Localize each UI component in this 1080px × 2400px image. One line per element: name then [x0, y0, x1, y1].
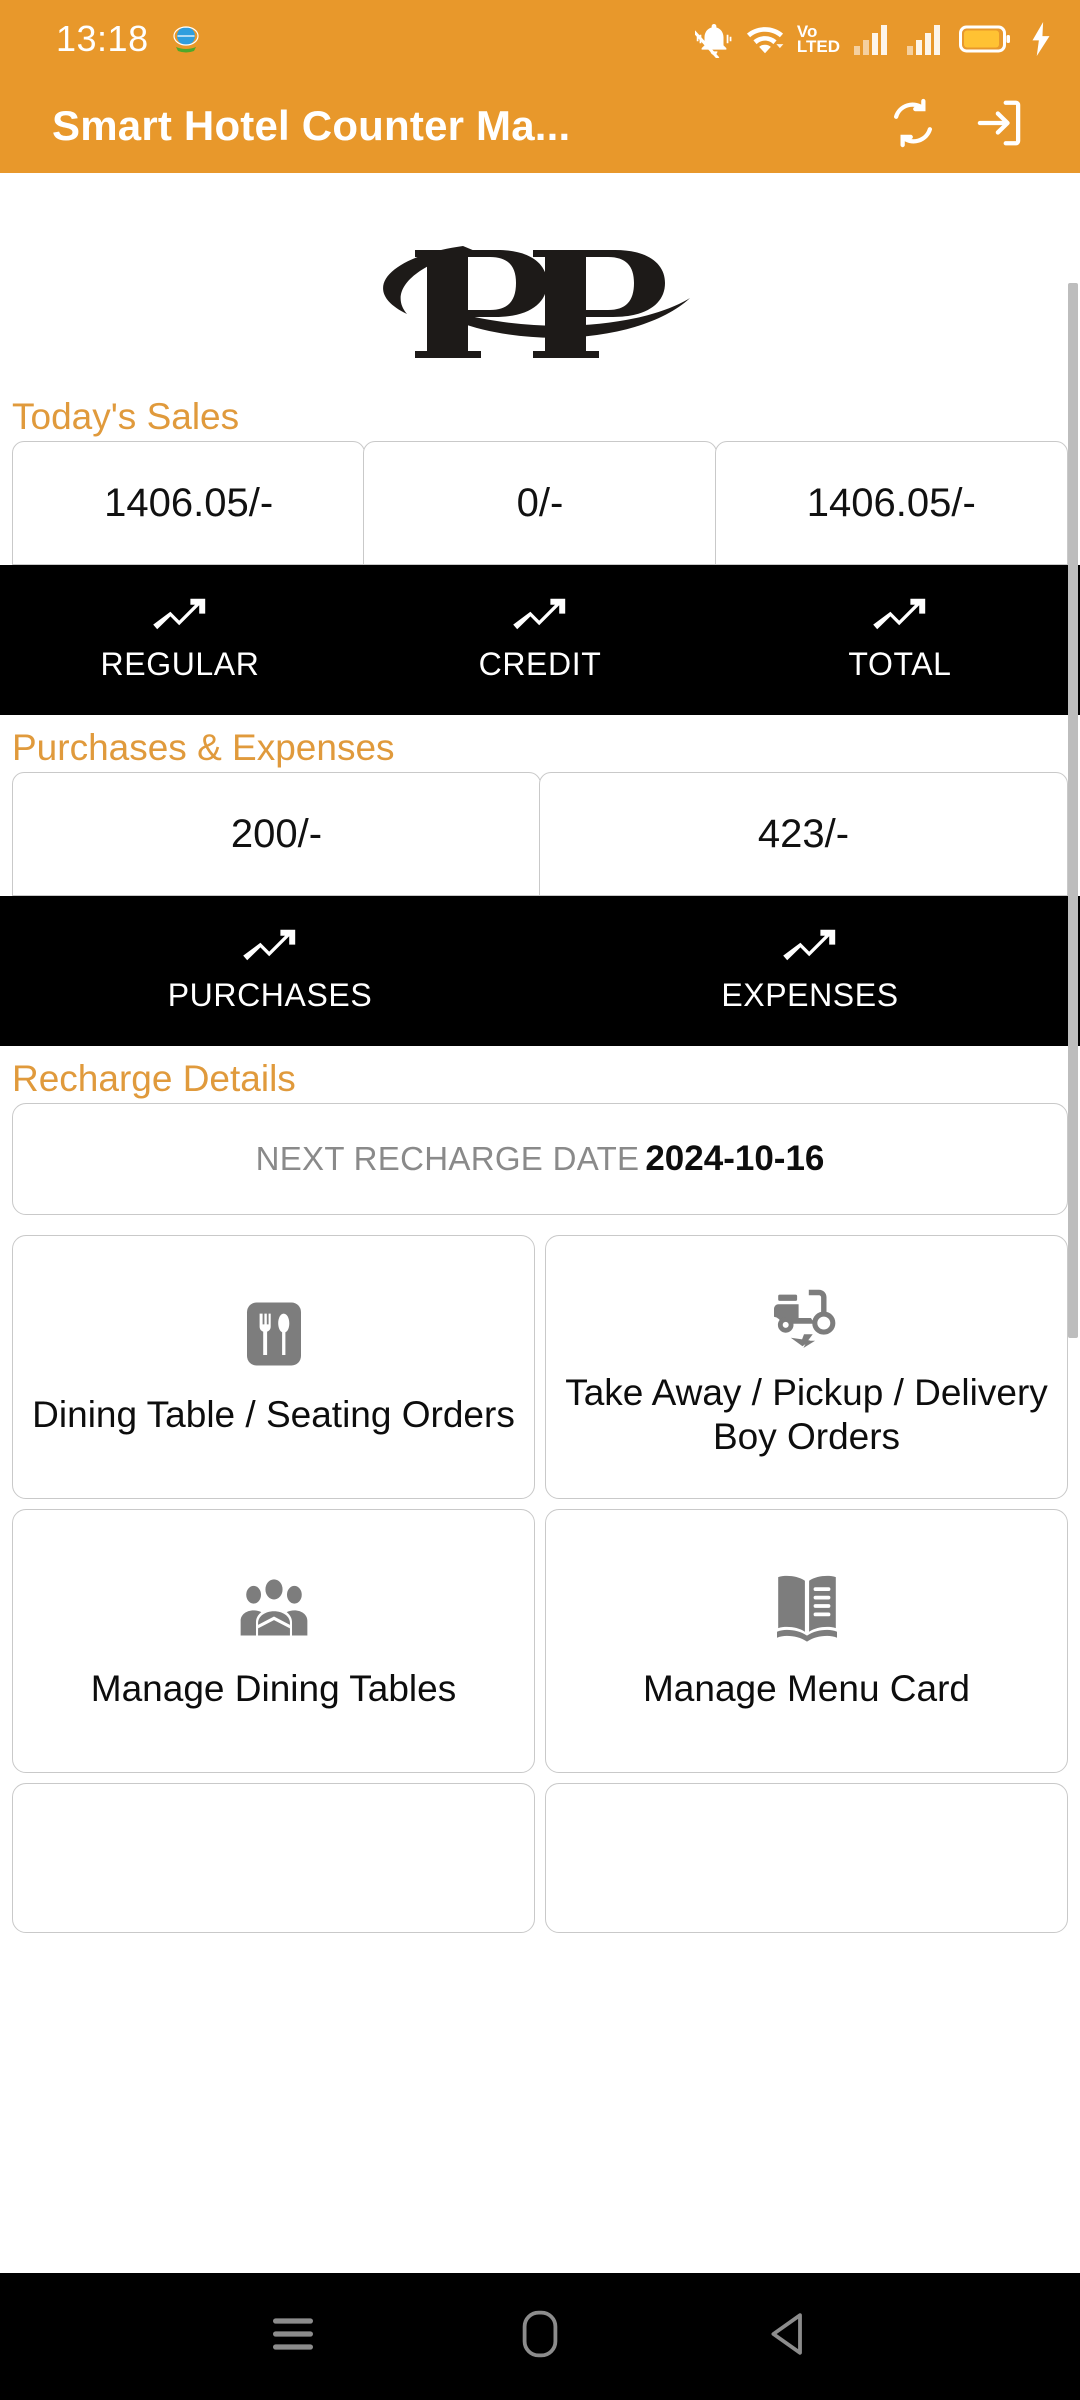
- sales-label-row: REGULAR CREDIT TOTAL: [0, 565, 1080, 715]
- sales-value-row: 1406.05/- 0/- 1406.05/-: [0, 441, 1080, 565]
- purchases-card[interactable]: PURCHASES: [0, 896, 540, 1046]
- menu-book-icon: [774, 1571, 840, 1645]
- next-recharge-date: 2024-10-16: [645, 1139, 825, 1178]
- tile-label: Manage Menu Card: [642, 1668, 971, 1710]
- page-title: Smart Hotel Counter Ma...: [52, 101, 571, 149]
- back-icon: [767, 2312, 807, 2361]
- next-recharge-row[interactable]: NEXT RECHARGE DATE 2024-10-16: [12, 1103, 1068, 1215]
- tile-next-row-left-partial[interactable]: [12, 1783, 535, 1933]
- logout-icon: [972, 96, 1026, 155]
- sync-icon: [886, 96, 940, 155]
- tile-label: Manage Dining Tables: [90, 1668, 457, 1710]
- brand-logo: [0, 173, 1080, 388]
- sales-heading: Today's Sales: [12, 396, 240, 437]
- recent-apps-button[interactable]: [248, 2292, 338, 2382]
- app-screen: 13:18 Vo LTED Smart Hotel Counter Ma... …: [0, 0, 1080, 2400]
- volte-line2: LTED: [796, 37, 840, 56]
- sales-card-regular-label: REGULAR: [100, 645, 260, 682]
- sales-card-regular[interactable]: REGULAR: [0, 565, 360, 715]
- app-notification-icon: [171, 24, 201, 54]
- battery-charging-icon: [959, 22, 1017, 56]
- status-bar-right: Vo LTED: [694, 20, 1052, 58]
- tile-manage-dining-tables[interactable]: Manage Dining Tables: [12, 1509, 535, 1773]
- logout-button[interactable]: [956, 83, 1042, 169]
- bell-mute-icon: [694, 20, 733, 58]
- android-navigation-bar: [0, 2273, 1080, 2400]
- status-bar-clock: 13:18: [56, 18, 149, 59]
- sync-button[interactable]: [870, 83, 956, 169]
- recharge-heading: Recharge Details: [12, 1058, 296, 1099]
- sales-card-credit-value[interactable]: 0/-: [363, 441, 717, 565]
- sales-card-total-value[interactable]: 1406.05/-: [714, 441, 1068, 565]
- trending-up-icon: [512, 598, 568, 632]
- expenses-card[interactable]: EXPENSES: [540, 896, 1080, 1046]
- sales-card-regular-value[interactable]: 1406.05/-: [12, 441, 366, 565]
- page-scrollbar[interactable]: [1068, 173, 1080, 2273]
- tile-next-row-right-partial[interactable]: [545, 1783, 1068, 1933]
- purchases-expenses-heading: Purchases & Expenses: [12, 727, 395, 768]
- wifi-icon: [746, 20, 784, 58]
- trending-up-icon: [782, 929, 838, 963]
- status-bar: 13:18 Vo LTED: [0, 0, 1080, 78]
- expenses-card-label: EXPENSES: [721, 976, 899, 1013]
- tile-take-away-pickup-delivery-boy-orders[interactable]: Take Away / Pickup / Delivery Boy Orders: [545, 1235, 1068, 1499]
- next-recharge-label: NEXT RECHARGE DATE: [255, 1140, 640, 1177]
- purchases-card-value[interactable]: 200/-: [12, 772, 541, 896]
- sales-card-credit-label: CREDIT: [478, 645, 602, 682]
- restaurant-menu-icon: [244, 1297, 304, 1371]
- tile-manage-menu-card[interactable]: Manage Menu Card: [545, 1509, 1068, 1773]
- purchases-expenses-value-row: 200/- 423/-: [0, 772, 1080, 896]
- sales-card-total[interactable]: TOTAL: [720, 565, 1080, 715]
- sales-card-total-label: TOTAL: [848, 645, 952, 682]
- trending-up-icon: [152, 598, 208, 632]
- signal-bars-sim2-icon: [906, 22, 946, 56]
- expenses-card-value[interactable]: 423/-: [539, 772, 1068, 896]
- app-bar: Smart Hotel Counter Ma...: [0, 78, 1080, 173]
- status-bar-left: 13:18: [56, 18, 201, 60]
- charging-bolt-icon: [1030, 22, 1052, 56]
- sales-card-credit[interactable]: CREDIT: [360, 565, 720, 715]
- trending-up-icon: [872, 598, 928, 632]
- purchases-card-label: PURCHASES: [167, 976, 373, 1013]
- feature-tile-grid: Dining Table / Seating Orders Take Away …: [0, 1235, 1080, 1943]
- electric-moped-icon: [768, 1275, 846, 1349]
- groups-icon: [238, 1571, 310, 1645]
- purchases-expenses-label-row: PURCHASES EXPENSES: [0, 896, 1080, 1046]
- main-scroll-area[interactable]: Today's Sales 1406.05/- 0/- 1406.05/- RE…: [0, 173, 1080, 2273]
- scrollbar-thumb[interactable]: [1068, 283, 1078, 1338]
- tile-label: Dining Table / Seating Orders: [32, 1394, 515, 1436]
- volte-icon: Vo LTED: [796, 23, 840, 56]
- tile-dining-table-seating-orders[interactable]: Dining Table / Seating Orders: [12, 1235, 535, 1499]
- recent-apps-icon: [271, 2314, 315, 2359]
- signal-bars-sim1-icon: [853, 22, 893, 56]
- home-button[interactable]: [495, 2292, 585, 2382]
- trending-up-icon: [242, 929, 298, 963]
- tile-label: Take Away / Pickup / Delivery Boy Orders: [565, 1372, 1048, 1457]
- home-icon: [522, 2310, 558, 2363]
- back-button[interactable]: [742, 2292, 832, 2382]
